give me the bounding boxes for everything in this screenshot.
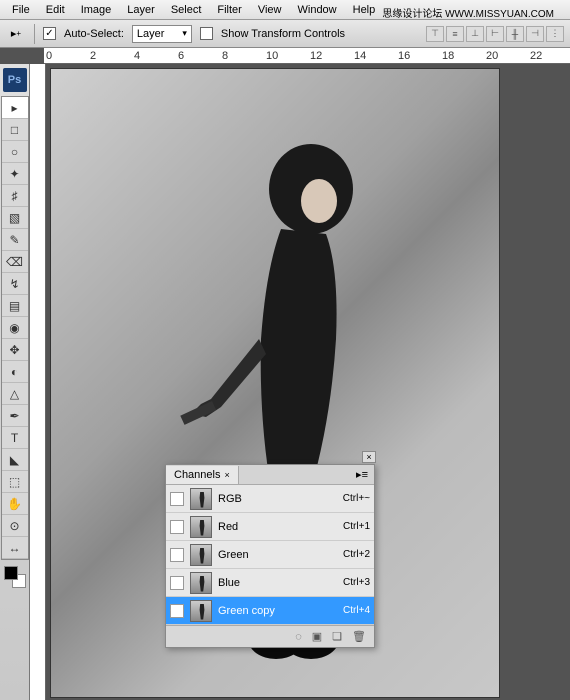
channel-row-green-copy[interactable]: 👁 Green copy Ctrl+4 <box>166 597 374 625</box>
save-selection-icon[interactable]: ▣ <box>312 630 322 643</box>
align-hcenter-icon[interactable]: ╫ <box>506 26 524 42</box>
ps-logo-icon[interactable]: Ps <box>3 68 27 92</box>
delete-channel-icon[interactable]: 🗑 <box>352 630 366 643</box>
eye-icon: 👁 <box>170 604 184 617</box>
align-buttons: ⊤ ≡ ⊥ ⊢ ╫ ⊣ ⋮ <box>426 26 564 42</box>
channel-shortcut: Ctrl+1 <box>343 521 370 532</box>
align-left-icon[interactable]: ⊢ <box>486 26 504 42</box>
menu-image[interactable]: Image <box>73 2 120 18</box>
visibility-toggle[interactable]: 👁 <box>170 604 184 618</box>
menu-layer[interactable]: Layer <box>119 2 163 18</box>
menu-window[interactable]: Window <box>290 2 345 18</box>
channels-panel: × Channels× ▸≡ RGB Ctrl+~ Red Ctrl+1 Green Ct… <box>165 464 375 648</box>
show-transform-label: Show Transform Controls <box>221 28 345 40</box>
menu-bar: File Edit Image Layer Select Filter View… <box>0 0 570 20</box>
stamp-tool[interactable]: ⌫ <box>2 251 28 273</box>
menu-filter[interactable]: Filter <box>209 2 249 18</box>
align-right-icon[interactable]: ⊣ <box>526 26 544 42</box>
menu-select[interactable]: Select <box>163 2 210 18</box>
channel-name: Green copy <box>218 605 337 617</box>
menu-edit[interactable]: Edit <box>38 2 73 18</box>
channel-name: Blue <box>218 577 337 589</box>
hand-tool[interactable]: ✋ <box>2 493 28 515</box>
visibility-toggle[interactable] <box>170 548 184 562</box>
channel-shortcut: Ctrl+2 <box>343 549 370 560</box>
align-vcenter-icon[interactable]: ≡ <box>446 26 464 42</box>
menu-file[interactable]: File <box>4 2 38 18</box>
channel-shortcut: Ctrl+4 <box>343 605 370 616</box>
channel-thumbnail <box>190 572 212 594</box>
channel-row-red[interactable]: Red Ctrl+1 <box>166 513 374 541</box>
channel-thumbnail <box>190 516 212 538</box>
shape-tool[interactable]: ◣ <box>2 449 28 471</box>
eraser-tool[interactable]: ▤ <box>2 295 28 317</box>
visibility-toggle[interactable] <box>170 520 184 534</box>
wand-tool[interactable]: ✦ <box>2 163 28 185</box>
auto-select-label: Auto-Select: <box>64 28 124 40</box>
auto-select-dropdown[interactable]: Layer <box>132 25 192 43</box>
visibility-toggle[interactable] <box>170 492 184 506</box>
new-channel-icon[interactable]: ❏ <box>332 630 342 643</box>
align-bottom-icon[interactable]: ⊥ <box>466 26 484 42</box>
align-top-icon[interactable]: ⊤ <box>426 26 444 42</box>
left-sidebar: Ps ▸ □ ○ ✦ ♯ ▧ ✎ ⌫ ↯ ▤ ◉ ✥ ◐ △ ✒ T ◣ ⬚ ✋… <box>0 64 30 700</box>
menu-view[interactable]: View <box>250 2 290 18</box>
channel-thumbnail <box>190 488 212 510</box>
channel-thumbnail <box>190 544 212 566</box>
panel-menu-button[interactable]: ▸≡ <box>350 468 374 481</box>
gradient-tool[interactable]: ◉ <box>2 317 28 339</box>
channel-thumbnail <box>190 600 212 622</box>
history-brush-tool[interactable]: ↯ <box>2 273 28 295</box>
panel-tabs: Channels× ▸≡ <box>166 465 374 485</box>
dodge-tool[interactable]: ◐ <box>2 361 28 383</box>
ruler-vertical <box>30 64 46 700</box>
path-tool[interactable]: T <box>2 427 28 449</box>
load-selection-icon[interactable]: ◌ <box>295 631 302 643</box>
pen-tool[interactable]: △ <box>2 383 28 405</box>
foreground-swatch[interactable] <box>4 566 18 580</box>
panel-footer: ◌ ▣ ❏ 🗑 <box>166 625 374 647</box>
color-swatches[interactable] <box>4 566 26 588</box>
channel-row-green[interactable]: Green Ctrl+2 <box>166 541 374 569</box>
brush-tool[interactable]: ✎ <box>2 229 28 251</box>
visibility-toggle[interactable] <box>170 576 184 590</box>
lasso-tool[interactable]: ○ <box>2 141 28 163</box>
marquee-tool[interactable]: □ <box>2 119 28 141</box>
ruler-horizontal: 0 2 4 6 8 10 12 14 16 18 20 22 <box>44 48 570 64</box>
blur-tool[interactable]: ✥ <box>2 339 28 361</box>
auto-select-checkbox[interactable] <box>43 27 56 40</box>
options-bar: ▸+ Auto-Select: Layer Show Transform Con… <box>0 20 570 48</box>
tab-close-icon[interactable]: × <box>224 470 229 480</box>
channel-name: Green <box>218 549 337 561</box>
channel-name: RGB <box>218 493 337 505</box>
toolbox: ▸ □ ○ ✦ ♯ ▧ ✎ ⌫ ↯ ▤ ◉ ✥ ◐ △ ✒ T ◣ ⬚ ✋ ⊙ … <box>1 96 29 560</box>
channel-shortcut: Ctrl+~ <box>343 493 370 504</box>
switch-tool[interactable]: ↔ <box>2 537 28 559</box>
show-transform-checkbox[interactable] <box>200 27 213 40</box>
notes-tool[interactable]: ⬚ <box>2 471 28 493</box>
zoom-tool[interactable]: ⊙ <box>2 515 28 537</box>
crop-tool[interactable]: ♯ <box>2 185 28 207</box>
move-tool-icon[interactable]: ▸+ <box>6 25 26 43</box>
slice-tool[interactable]: ▧ <box>2 207 28 229</box>
channels-tab[interactable]: Channels× <box>166 466 239 484</box>
channel-row-rgb[interactable]: RGB Ctrl+~ <box>166 485 374 513</box>
channel-row-blue[interactable]: Blue Ctrl+3 <box>166 569 374 597</box>
channel-name: Red <box>218 521 337 533</box>
canvas-area: × Channels× ▸≡ RGB Ctrl+~ Red Ctrl+1 Green Ct… <box>30 64 570 700</box>
channel-shortcut: Ctrl+3 <box>343 577 370 588</box>
watermark-text: 思缘设计论坛 WWW.MISSYUAN.COM <box>374 3 562 22</box>
text-tool[interactable]: ✒ <box>2 405 28 427</box>
move-tool[interactable]: ▸ <box>2 97 28 119</box>
panel-close-button[interactable]: × <box>362 451 376 463</box>
distribute-icon[interactable]: ⋮ <box>546 26 564 42</box>
